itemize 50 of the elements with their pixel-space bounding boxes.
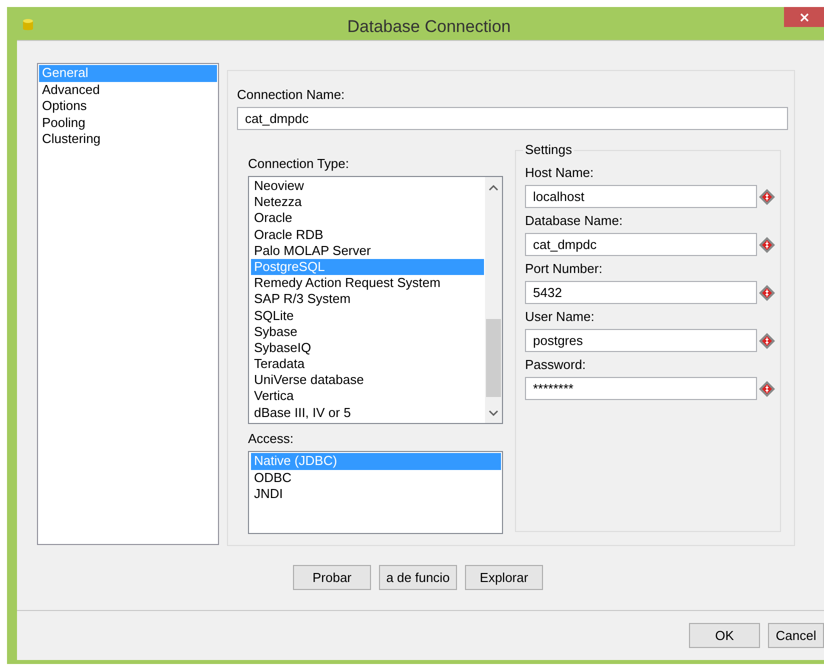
list-item[interactable]: ODBC xyxy=(251,470,501,486)
input-field[interactable]: cat_dmpdc xyxy=(237,107,788,130)
list-item[interactable]: UniVerse database xyxy=(251,372,484,388)
list-item[interactable]: Oracle RDB xyxy=(251,226,484,243)
diamond-icon xyxy=(759,188,775,204)
diamond-icon xyxy=(759,380,775,396)
list-item[interactable]: Remedy Action Request System xyxy=(251,275,484,292)
sidebar-item[interactable]: Clustering xyxy=(39,131,217,148)
scrollbar[interactable] xyxy=(485,177,502,423)
list-item[interactable]: Netezza xyxy=(251,194,484,210)
input-field[interactable]: cat_dmpdc xyxy=(525,233,757,256)
window-title: Database Connection xyxy=(347,16,511,36)
diamond-icon xyxy=(759,236,775,252)
close-button[interactable] xyxy=(784,7,824,27)
action-button[interactable]: a de funcio xyxy=(379,565,457,590)
input-field[interactable]: localhost xyxy=(525,185,757,208)
field-label: Connection Type: xyxy=(248,156,350,171)
sidebar-item[interactable]: Options xyxy=(39,98,217,114)
input-field[interactable]: 5432 xyxy=(525,281,757,304)
list-item[interactable]: Oracle xyxy=(251,210,484,227)
diamond-icon xyxy=(759,332,775,348)
field-label: Access: xyxy=(248,431,295,446)
list-item[interactable]: Neoview xyxy=(251,178,484,194)
list-item[interactable]: Teradata xyxy=(251,356,484,372)
dialog-button[interactable]: Cancel xyxy=(768,623,824,648)
database-icon xyxy=(22,18,34,32)
field-label: Connection Name: xyxy=(237,87,346,102)
group-title: Settings xyxy=(523,142,574,157)
list-item[interactable]: Palo MOLAP Server xyxy=(251,242,484,259)
field-label: Port Number: xyxy=(525,261,604,276)
field-label: User Name: xyxy=(525,309,596,324)
list-item[interactable]: JNDI xyxy=(251,486,501,502)
dialog-button[interactable]: OK xyxy=(689,623,760,648)
diamond-icon xyxy=(759,284,775,300)
sidebar-item[interactable]: Advanced xyxy=(39,82,217,98)
input-field[interactable]: ******** xyxy=(525,377,757,400)
list-item[interactable]: SAP R/3 System xyxy=(251,291,484,308)
list-item[interactable]: Sybase xyxy=(251,324,484,340)
field-label: Password: xyxy=(525,357,587,372)
input-field[interactable]: postgres xyxy=(525,329,757,352)
list-item[interactable]: Vertica xyxy=(251,388,484,405)
field-label: Host Name: xyxy=(525,165,595,180)
list-item[interactable]: dBase III, IV or 5 xyxy=(251,404,484,421)
action-button[interactable]: Explorar xyxy=(465,565,543,590)
list-item[interactable]: SQLite xyxy=(251,308,484,324)
field-label: Database Name: xyxy=(525,213,624,228)
close-icon xyxy=(800,12,808,22)
action-button[interactable]: Probar xyxy=(293,565,371,590)
sidebar-item[interactable]: Pooling xyxy=(39,114,217,131)
list-item[interactable]: SybaseIQ xyxy=(251,340,484,356)
